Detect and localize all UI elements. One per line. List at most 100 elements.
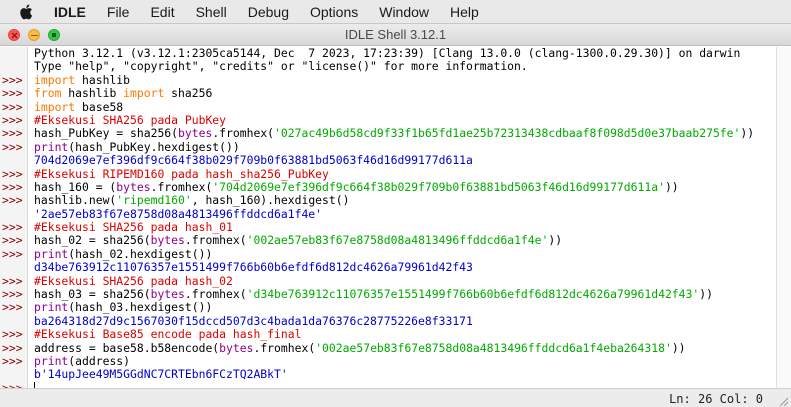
menu-window[interactable]: Window (379, 4, 429, 20)
shell-prompt: >>> (2, 193, 23, 208)
shell-line: ba264318d27d9c1567030f15dccd507d3c4bada1… (0, 314, 775, 328)
shell-line-content: b'14upJee49M5GGdNC7CRTEbn6FCzTQ2ABkT' (34, 368, 288, 381)
shell-line-content: address = base58.b58encode(bytes.fromhex… (34, 340, 686, 355)
shell-prompt: >>> (2, 179, 23, 194)
shell-line: >>> print(address) (0, 353, 775, 368)
minimize-window-icon[interactable] (28, 29, 40, 41)
vertical-scrollbar[interactable] (776, 47, 791, 388)
shell-line-content: hash_160 = (bytes.fromhex('704d2069e7ef3… (34, 179, 679, 194)
shell-prompt: >>> (2, 287, 23, 302)
code-token: import (34, 72, 76, 87)
code-token: print (34, 139, 69, 154)
shell-prompt (0, 208, 34, 221)
menu-file[interactable]: File (107, 4, 130, 20)
code-token: address = base58.b58encode( (34, 340, 220, 355)
shell-prompt: >>> (2, 220, 23, 235)
shell-prompt (0, 60, 34, 73)
menu-debug[interactable]: Debug (248, 4, 289, 20)
shell-line: >>> hashlib.new('ripemd160', hash_160).he… (0, 193, 775, 208)
shell-prompt: >>> (2, 327, 23, 342)
shell-line-content: hash_PubKey = sha256(bytes.fromhex('027a… (34, 127, 754, 140)
code-token: '002ae57eb83f67e8758d08a4813496ffddcd6a1… (246, 233, 549, 248)
shell-line-content: '2ae57eb83f67e8758d08a4813496ffddcd6a1f4… (34, 206, 323, 221)
code-token: )) (699, 287, 713, 302)
code-token: 'ripemd160' (116, 193, 192, 208)
shell-prompt: >>> (2, 112, 23, 127)
shell-prompt: >>> (2, 246, 23, 261)
code-token: (hash_PubKey.hexdigest()) (68, 139, 240, 154)
shell-prompt (0, 368, 34, 381)
code-token: )) (664, 179, 679, 194)
resize-grip-icon[interactable] (779, 396, 789, 407)
shell-line: >>> hash_02 = sha256(bytes.fromhex('002ae… (0, 234, 775, 248)
close-window-icon[interactable] (8, 29, 20, 41)
code-token: #Eksekusi SHA256 pada hash_02 (34, 273, 233, 288)
shell-line: b'14upJee49M5GGdNC7CRTEbn6FCzTQ2ABkT' (0, 368, 775, 381)
code-token: print (34, 246, 69, 261)
shell-line-content: ba264318d27d9c1567030f15dccd507d3c4bada1… (34, 314, 473, 328)
macos-menu-bar: IDLE File Edit Shell Debug Options Windo… (0, 0, 791, 23)
window-titlebar[interactable]: IDLE Shell 3.12.1 (0, 24, 791, 46)
shell-line: Type "help", "copyright", "credits" or "… (0, 60, 775, 73)
shell-prompt (0, 315, 34, 328)
shell-line-content: #Eksekusi SHA256 pada hash_02 (34, 273, 233, 288)
menu-idle[interactable]: IDLE (54, 4, 86, 20)
code-token: hash_03 = sha256( (34, 287, 151, 302)
code-token: (hash_03.hexdigest()) (68, 300, 213, 315)
code-token: hashlib (61, 86, 124, 101)
shell-text-area[interactable]: Python 3.12.1 (v3.12.1:2305ca5144, Dec 7… (0, 47, 791, 388)
code-token: 704d2069e7ef396df9c664f38b029f709b0f6388… (34, 153, 473, 168)
code-token: #Eksekusi RIPEMD160 pada hash_sha256_Pub… (34, 166, 329, 181)
code-token: hash_160 = ( (34, 179, 117, 194)
shell-line-content: print(address) (34, 353, 131, 368)
shell-line: >>> hash_PubKey = sha256(bytes.fromhex('0… (0, 126, 775, 141)
code-token: base58 (75, 99, 124, 114)
shell-prompt: >>> (2, 139, 23, 154)
code-token: '2ae57eb83f67e8758d08a4813496ffddcd6a1f4… (34, 206, 323, 221)
code-token: #Eksekusi Base85 encode pada hash_final (34, 327, 302, 342)
menu-options[interactable]: Options (310, 4, 358, 20)
shell-line: d34be763912c11076357e1551499f766b60b6efd… (0, 261, 775, 274)
status-bar: Ln: 26 Col: 0 (0, 388, 791, 407)
fullscreen-window-icon[interactable] (48, 29, 60, 41)
menu-shell[interactable]: Shell (196, 4, 227, 20)
shell-line-content: Python 3.12.1 (v3.12.1:2305ca5144, Dec 7… (34, 47, 740, 60)
code-token: #Eksekusi SHA256 pada hash_01 (34, 220, 233, 235)
code-token: (address) (68, 353, 131, 368)
shell-prompt: >>> (2, 166, 23, 181)
shell-line: >>> print(hash_02.hexdigest()) (0, 246, 775, 261)
code-token: bytes (150, 233, 185, 248)
apple-logo-icon[interactable] (18, 4, 34, 20)
shell-line: >>> hash_160 = (bytes.fromhex('704d2069e7… (0, 179, 775, 194)
shell-line: >>> hash_03 = sha256(bytes.fromhex('d34be… (0, 287, 775, 302)
code-token: import (123, 86, 165, 101)
code-token: )) (671, 340, 686, 355)
shell-line-content: hash_02 = sha256(bytes.fromhex('002ae57e… (34, 234, 562, 247)
code-token: , hash_160).hexdigest() (191, 193, 350, 208)
shell-line-content: print(hash_03.hexdigest()) (34, 301, 212, 314)
code-token: print (34, 300, 69, 315)
shell-line-content: print(hash_02.hexdigest()) (34, 246, 212, 261)
code-token: .fromhex( (212, 126, 275, 141)
shell-line: >>> print(hash_03.hexdigest()) (0, 300, 775, 315)
menu-help[interactable]: Help (450, 4, 479, 20)
shell-line-content: #Eksekusi SHA256 pada hash_01 (34, 220, 233, 235)
code-token: sha256 (164, 86, 213, 101)
shell-prompt (0, 154, 34, 167)
code-token: hash_PubKey = sha256( (34, 126, 179, 141)
shell-line: >>> #Eksekusi SHA256 pada hash_01 (0, 220, 775, 235)
code-token: Type "help", "copyright", "credits" or "… (34, 59, 528, 74)
shell-line: >>> #Eksekusi Base85 encode pada hash_fin… (0, 327, 775, 342)
code-token: hash_02 = sha256( (34, 233, 151, 248)
shell-line-content: from hashlib import sha256 (34, 86, 213, 101)
code-token: '027ac49b6d58cd9f33f1b65fd1ae25b72313438… (274, 126, 741, 141)
shell-output[interactable]: Python 3.12.1 (v3.12.1:2305ca5144, Dec 7… (0, 47, 775, 388)
window-title: IDLE Shell 3.12.1 (344, 27, 447, 42)
menu-edit[interactable]: Edit (150, 4, 174, 20)
shell-line-content: hash_03 = sha256(bytes.fromhex('d34be763… (34, 287, 713, 302)
shell-prompt: >>> (2, 353, 23, 368)
shell-prompt: >>> (2, 300, 23, 315)
shell-line-content: #Eksekusi SHA256 pada PubKey (34, 113, 226, 127)
shell-prompt: >>> (2, 126, 23, 141)
code-token: bytes (150, 287, 185, 302)
